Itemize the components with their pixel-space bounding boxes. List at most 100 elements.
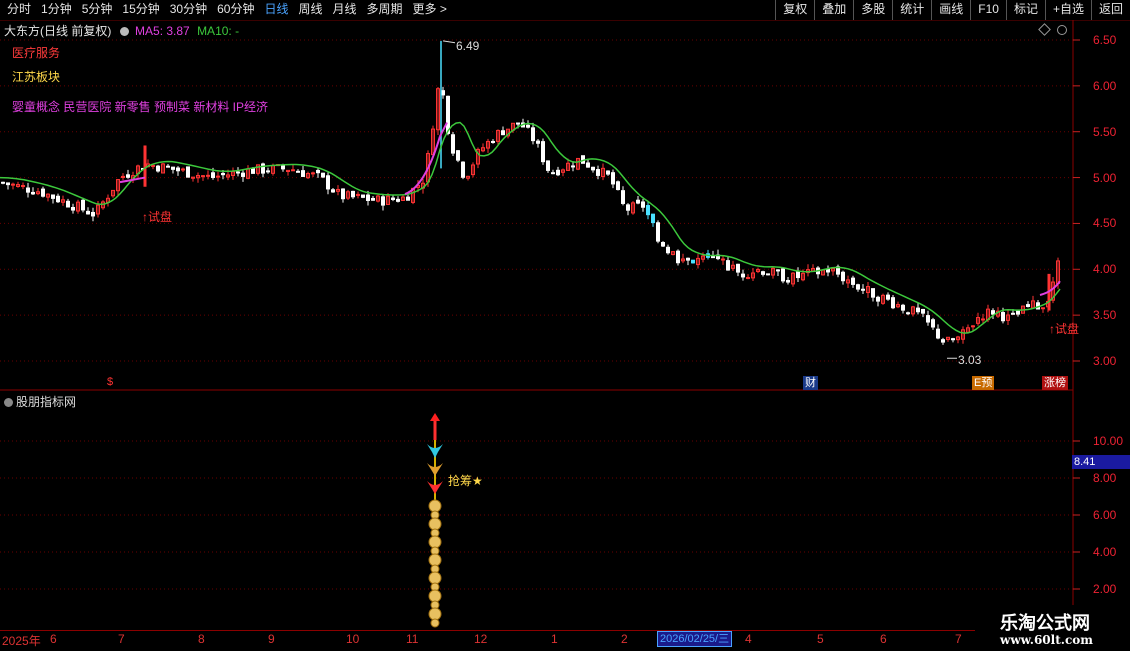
- watermark-title: 乐淘公式网: [1000, 613, 1090, 634]
- candle-body: [31, 191, 35, 195]
- badge-cai[interactable]: 财: [803, 376, 818, 390]
- money-bag-icon: [430, 618, 440, 628]
- candle-body: [736, 263, 740, 273]
- candle-body: [851, 277, 855, 285]
- candle-body: [56, 195, 60, 203]
- price-tick-6: 3.50: [1093, 308, 1117, 323]
- candle-body: [1011, 312, 1015, 315]
- money-bag-icon: [428, 535, 442, 549]
- candle-body: [991, 310, 995, 315]
- date-month-11: 6: [880, 632, 887, 646]
- candle-body: [541, 141, 545, 163]
- trial-label-2: ↑试盘: [1049, 322, 1080, 336]
- candle-body: [301, 170, 305, 177]
- candle-body: [871, 288, 875, 298]
- candle-body: [51, 194, 55, 199]
- candle-body: [781, 268, 785, 282]
- candle-body: [456, 150, 460, 161]
- money-bag-icon: [428, 499, 442, 513]
- candle-body: [371, 197, 375, 201]
- candle-body: [636, 199, 640, 204]
- candle-body: [446, 95, 450, 134]
- indicator-tick-0: 10.00: [1093, 434, 1124, 448]
- candle-body: [926, 315, 930, 323]
- indicator-name[interactable]: 股朋指标网: [16, 395, 76, 409]
- money-bag-icon: [428, 553, 442, 567]
- candle-body: [616, 181, 620, 191]
- candle-body: [26, 187, 30, 193]
- candle-body: [361, 194, 365, 198]
- candle-body: [236, 171, 240, 174]
- price-tick-1: 6.00: [1093, 78, 1117, 93]
- low-price-label: 3.03: [958, 353, 982, 367]
- candle-body: [856, 284, 860, 290]
- candle-body: [281, 165, 285, 170]
- candle-body: [396, 198, 400, 202]
- candle-body: [586, 162, 590, 168]
- candle-body: [91, 211, 95, 217]
- candle-body: [536, 140, 540, 144]
- candle-body: [461, 161, 465, 178]
- candle-body: [41, 188, 45, 197]
- candle-body: [526, 124, 530, 128]
- date-month-0: 6: [50, 632, 57, 646]
- candle-body: [11, 183, 15, 186]
- candle-body: [1, 181, 5, 184]
- price-tick-4: 4.50: [1093, 216, 1117, 231]
- chevron-down-icon[interactable]: [4, 398, 13, 407]
- candle-body: [906, 312, 910, 315]
- candle-body: [516, 122, 520, 125]
- candle-body: [316, 169, 320, 174]
- candle-body: [66, 200, 70, 208]
- candle-body: [266, 170, 270, 173]
- candle-body: [621, 190, 625, 204]
- price-chart[interactable]: [0, 0, 1130, 650]
- date-month-8: 2: [621, 632, 628, 646]
- candle-body: [826, 268, 830, 273]
- candle-body: [876, 296, 880, 302]
- candle-body: [611, 172, 615, 185]
- candle-body: [166, 165, 170, 168]
- candle-body: [441, 90, 445, 96]
- candle-body: [761, 271, 765, 275]
- candle-body: [891, 297, 895, 309]
- candle-body: [666, 246, 670, 254]
- candle-body: [651, 213, 655, 224]
- candle-body: [606, 170, 610, 175]
- grab-chips-label: 抢筹★: [448, 474, 483, 488]
- candle-body: [381, 196, 385, 206]
- candle-body: [251, 168, 255, 174]
- candle-body: [176, 167, 180, 172]
- candle-body: [931, 319, 935, 328]
- candle-body: [291, 169, 295, 172]
- candle-body: [776, 269, 780, 272]
- candle-body: [916, 307, 920, 313]
- money-bag-icon: [428, 517, 442, 531]
- candle-body: [341, 188, 345, 200]
- cursor-date: 2026/02/25/三: [657, 631, 733, 647]
- date-month-2: 8: [198, 632, 205, 646]
- candle-body: [216, 175, 220, 178]
- candle-body: [6, 182, 10, 186]
- candle-body: [656, 222, 660, 242]
- candle-body: [646, 205, 650, 216]
- candle-body: [661, 241, 665, 247]
- candle-body: [886, 294, 890, 300]
- badge-zhangting[interactable]: 涨榜: [1042, 376, 1068, 390]
- candle-body: [241, 172, 245, 177]
- trial-label-1: ↑试盘: [142, 210, 173, 224]
- candle-body: [206, 174, 210, 177]
- indicator-tick-2: 6.00: [1093, 508, 1117, 522]
- candle-body: [321, 172, 325, 178]
- candle-body: [1001, 312, 1005, 322]
- candle-body: [451, 134, 455, 154]
- date-year: 2025年: [2, 634, 41, 648]
- current-value-badge: 8.41: [1072, 455, 1130, 469]
- candle-body: [901, 304, 905, 311]
- candle-body: [641, 201, 645, 208]
- badge-yu[interactable]: E预: [972, 376, 995, 390]
- candle-body: [676, 250, 680, 264]
- candle-body: [686, 257, 690, 261]
- candle-body: [71, 206, 75, 211]
- indicator-tick-4: 2.00: [1093, 582, 1117, 596]
